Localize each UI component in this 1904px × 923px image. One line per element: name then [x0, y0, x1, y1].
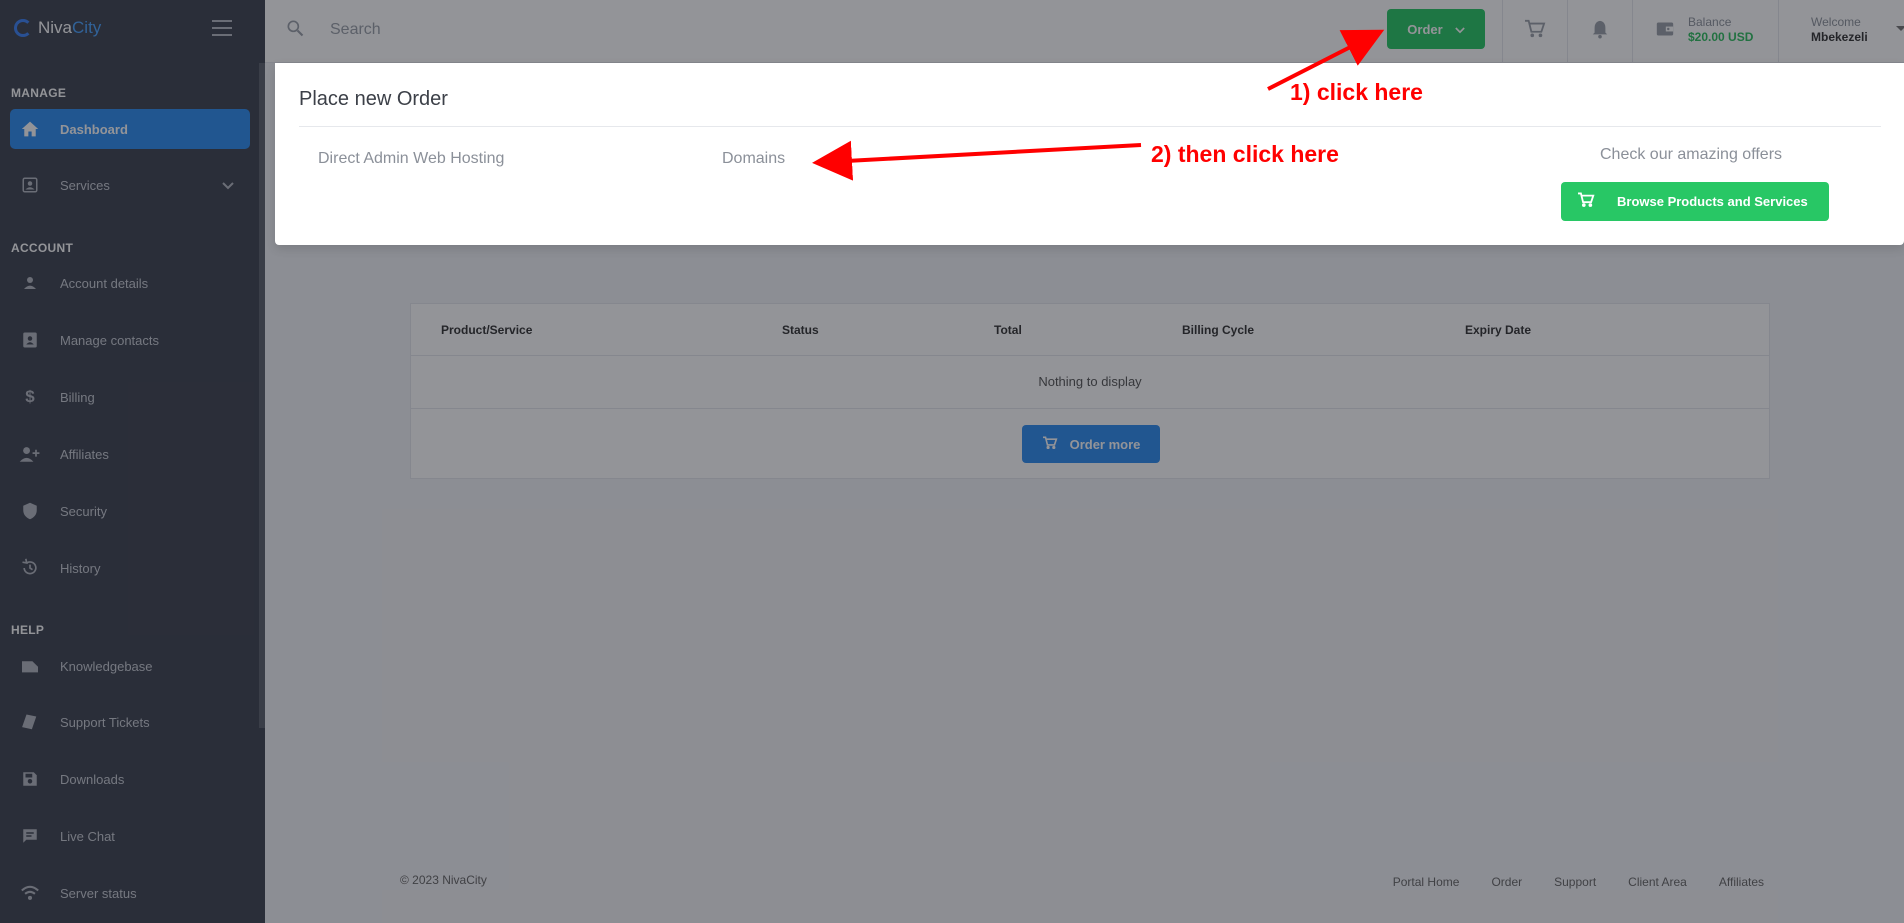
cart-icon — [1577, 192, 1595, 211]
browse-products-button[interactable]: Browse Products and Services — [1561, 182, 1829, 221]
divider — [299, 126, 1881, 127]
annotation-step1: 1) click here — [1290, 79, 1423, 105]
link-domains[interactable]: Domains — [722, 150, 785, 168]
link-direct-admin-web-hosting[interactable]: Direct Admin Web Hosting — [318, 150, 504, 168]
dropdown-title: Place new Order — [299, 88, 448, 110]
annotation-step2: 2) then click here — [1151, 141, 1339, 167]
browse-products-label: Browse Products and Services — [1617, 194, 1808, 209]
order-dropdown-panel: Place new Order Direct Admin Web Hosting… — [275, 63, 1904, 245]
offers-text: Check our amazing offers — [1600, 146, 1783, 163]
